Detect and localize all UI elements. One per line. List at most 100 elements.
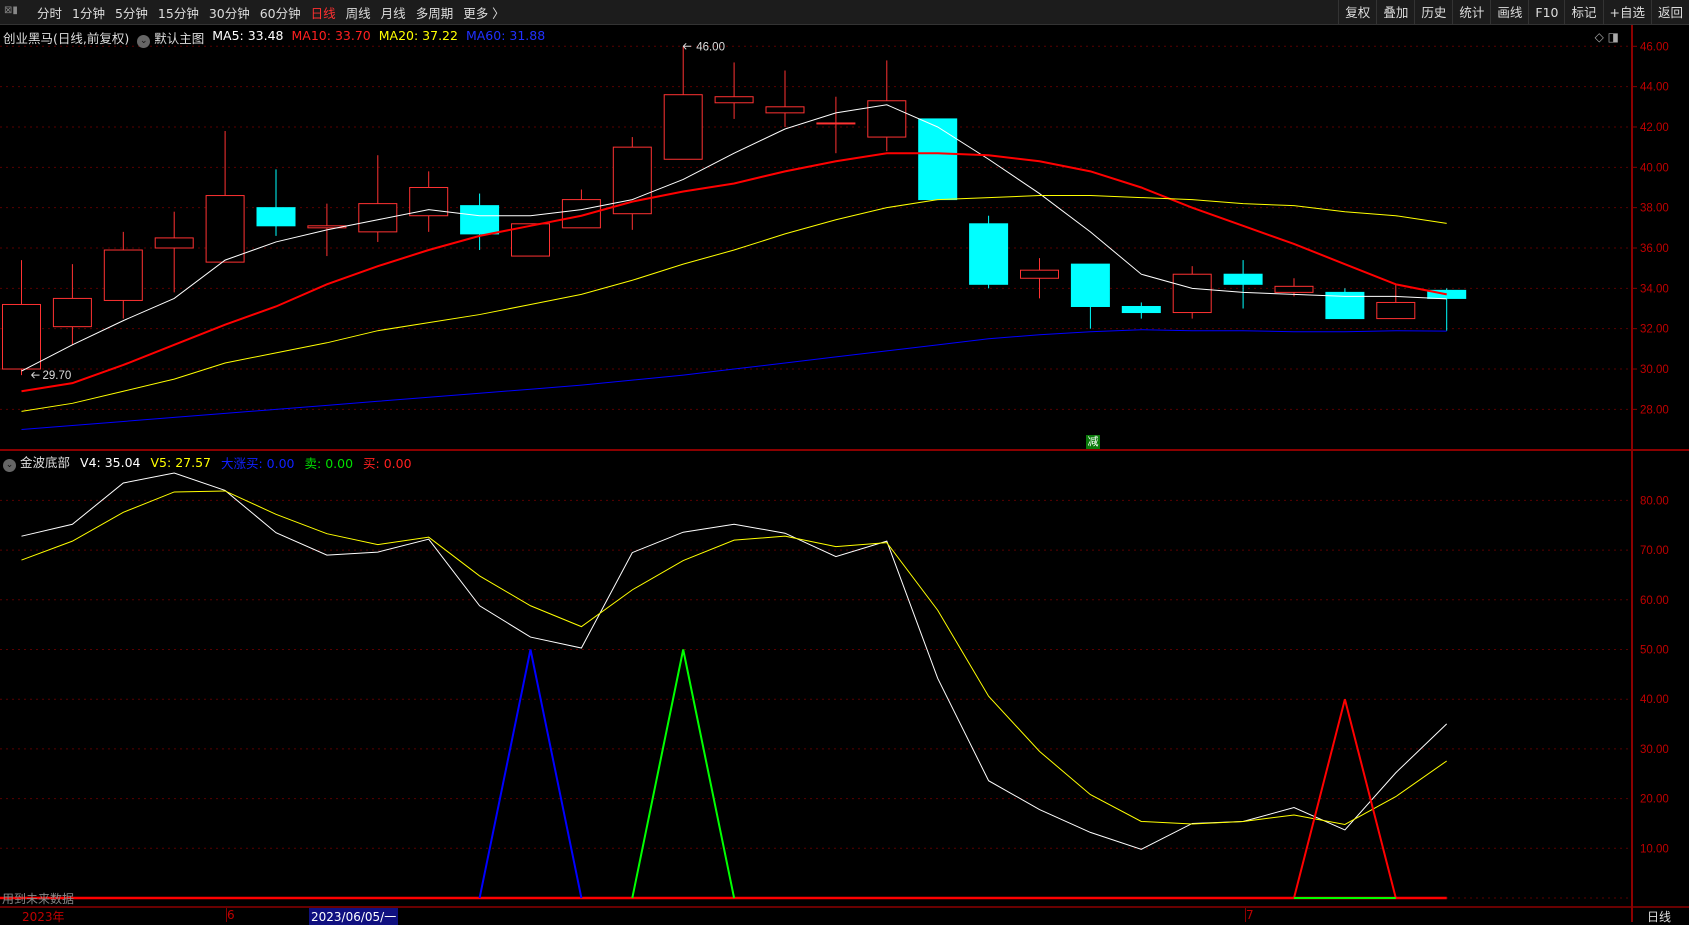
ma10-line: [21, 152, 1447, 393]
candle-body: [2, 303, 41, 370]
candle: [256, 169, 296, 236]
candle: [1427, 288, 1467, 331]
v5-value: V5: 27.57: [150, 454, 211, 470]
price-tick-label: 34.00: [1640, 283, 1669, 295]
indicator-tick-label: 40.00: [1640, 694, 1669, 706]
high-marker-arrow-icon: [682, 42, 692, 50]
low-price-label: 29.70: [43, 370, 72, 382]
sell-value: 卖: 0.00: [304, 455, 354, 471]
candle-body: [1121, 305, 1161, 314]
candle: [1070, 263, 1110, 329]
candle: [358, 155, 398, 242]
candle: [1172, 266, 1212, 319]
V5-line: [21, 490, 1447, 825]
candle-body: [1020, 269, 1059, 279]
candle-body: [816, 122, 856, 125]
price-tick-label: 32.00: [1640, 324, 1669, 336]
candle: [714, 62, 754, 119]
candle-body: [1223, 273, 1263, 285]
future-data-note: 用到未来数据: [2, 892, 75, 906]
indicator-tick-label: 70.00: [1640, 545, 1669, 557]
ma60-value: MA60: 31.88: [465, 28, 546, 43]
candle-body: [969, 223, 1009, 285]
candle-body: [154, 237, 194, 249]
indicator-legend: ⌄ 金波底部 V4: 35.04 V5: 27.57 大涨买: 0.00 卖: 0…: [3, 452, 412, 472]
main-chart-selector[interactable]: ⌄ 默认主图: [137, 28, 204, 48]
candle-body: [1070, 263, 1110, 307]
candle: [867, 60, 907, 152]
price-tick-label: 30.00: [1640, 364, 1669, 376]
candle: [154, 211, 194, 293]
candle-body: [561, 199, 601, 229]
ma5-value: MA5: 33.48: [212, 28, 284, 43]
indicator-tick-label: 30.00: [1640, 744, 1669, 756]
high-price-label: 46.00: [696, 41, 725, 53]
stock-title: 创业黑马(日线,前复权): [3, 31, 130, 46]
candle-body: [1274, 285, 1314, 293]
candle-body: [205, 195, 245, 263]
V4-line: [21, 472, 1448, 850]
axis-year: 2023年: [22, 910, 65, 924]
indicator-tick-label: 20.00: [1640, 794, 1669, 806]
main-chart-label: 默认主图: [154, 31, 205, 46]
candle: [1376, 284, 1416, 320]
candle: [409, 171, 449, 232]
axis-month-6: 6: [226, 908, 235, 922]
candle-body: [714, 96, 754, 104]
candle-body: [1172, 273, 1212, 314]
period-label: 日线: [1647, 910, 1672, 924]
panel-icon[interactable]: ◨: [1608, 30, 1619, 44]
diamond-icon[interactable]: ◇: [1595, 30, 1604, 44]
candle-body: [765, 106, 805, 114]
candle: [969, 215, 1009, 289]
ma60-line: [21, 329, 1447, 431]
main-chart-legend: 创业黑马(日线,前复权) ⌄ 默认主图 MA5: 33.48 MA10: 33.7…: [3, 28, 545, 48]
indicator-tick-label: 10.00: [1640, 843, 1669, 855]
indicator-name: 金波底部: [20, 455, 71, 470]
candle: [918, 118, 958, 201]
dzm-value: 大涨买: 0.00: [220, 455, 295, 471]
candle: [663, 46, 703, 160]
candle: [1325, 288, 1365, 320]
candle-body: [663, 94, 703, 160]
date-axis: 2023年 6 2023/06/05/一 7 日线: [0, 908, 1689, 925]
price-tick-label: 38.00: [1640, 203, 1669, 215]
price-tick-label: 28.00: [1640, 404, 1669, 416]
indicator-tick-label: 80.00: [1640, 495, 1669, 507]
signal-spike-2: [478, 649, 583, 899]
signal-spike-3: [631, 649, 736, 899]
candle: [1020, 258, 1059, 299]
price-tick-label: 46.00: [1640, 41, 1669, 53]
low-marker-arrow-icon: [31, 371, 40, 379]
indicator-tick-label: 50.00: [1640, 645, 1669, 657]
candle: [103, 231, 143, 319]
chevron-down-icon: ⌄: [137, 35, 151, 48]
candle-body: [1376, 301, 1416, 320]
candle: [52, 264, 92, 345]
candle-body: [612, 146, 652, 215]
candle: [1223, 260, 1263, 309]
candle: [765, 70, 805, 127]
candle: [1121, 302, 1161, 319]
candle-body: [460, 205, 500, 235]
candle: [205, 131, 245, 263]
buy-value: 买: 0.00: [363, 455, 412, 471]
candle-body: [867, 100, 907, 138]
ma20-value: MA20: 37.22: [378, 28, 458, 43]
chart-corner-icons[interactable]: ◇ ◨: [1595, 30, 1619, 44]
candle: [612, 137, 652, 230]
ma10-value: MA10: 33.70: [291, 28, 371, 43]
reduce-marker: 减: [1086, 435, 1100, 449]
candle-body: [103, 249, 143, 301]
price-tick-label: 42.00: [1640, 122, 1669, 134]
price-tick-label: 36.00: [1640, 243, 1669, 255]
candle-body: [256, 207, 296, 227]
candle-body: [358, 203, 398, 233]
indicator-tick-label: 60.00: [1640, 595, 1669, 607]
candle: [561, 189, 601, 229]
axis-month-7: 7: [1245, 908, 1254, 922]
price-tick-label: 40.00: [1640, 162, 1669, 174]
candle: [460, 193, 500, 251]
candle-body: [52, 297, 92, 328]
indicator-selector[interactable]: ⌄ 金波底部: [3, 452, 70, 472]
